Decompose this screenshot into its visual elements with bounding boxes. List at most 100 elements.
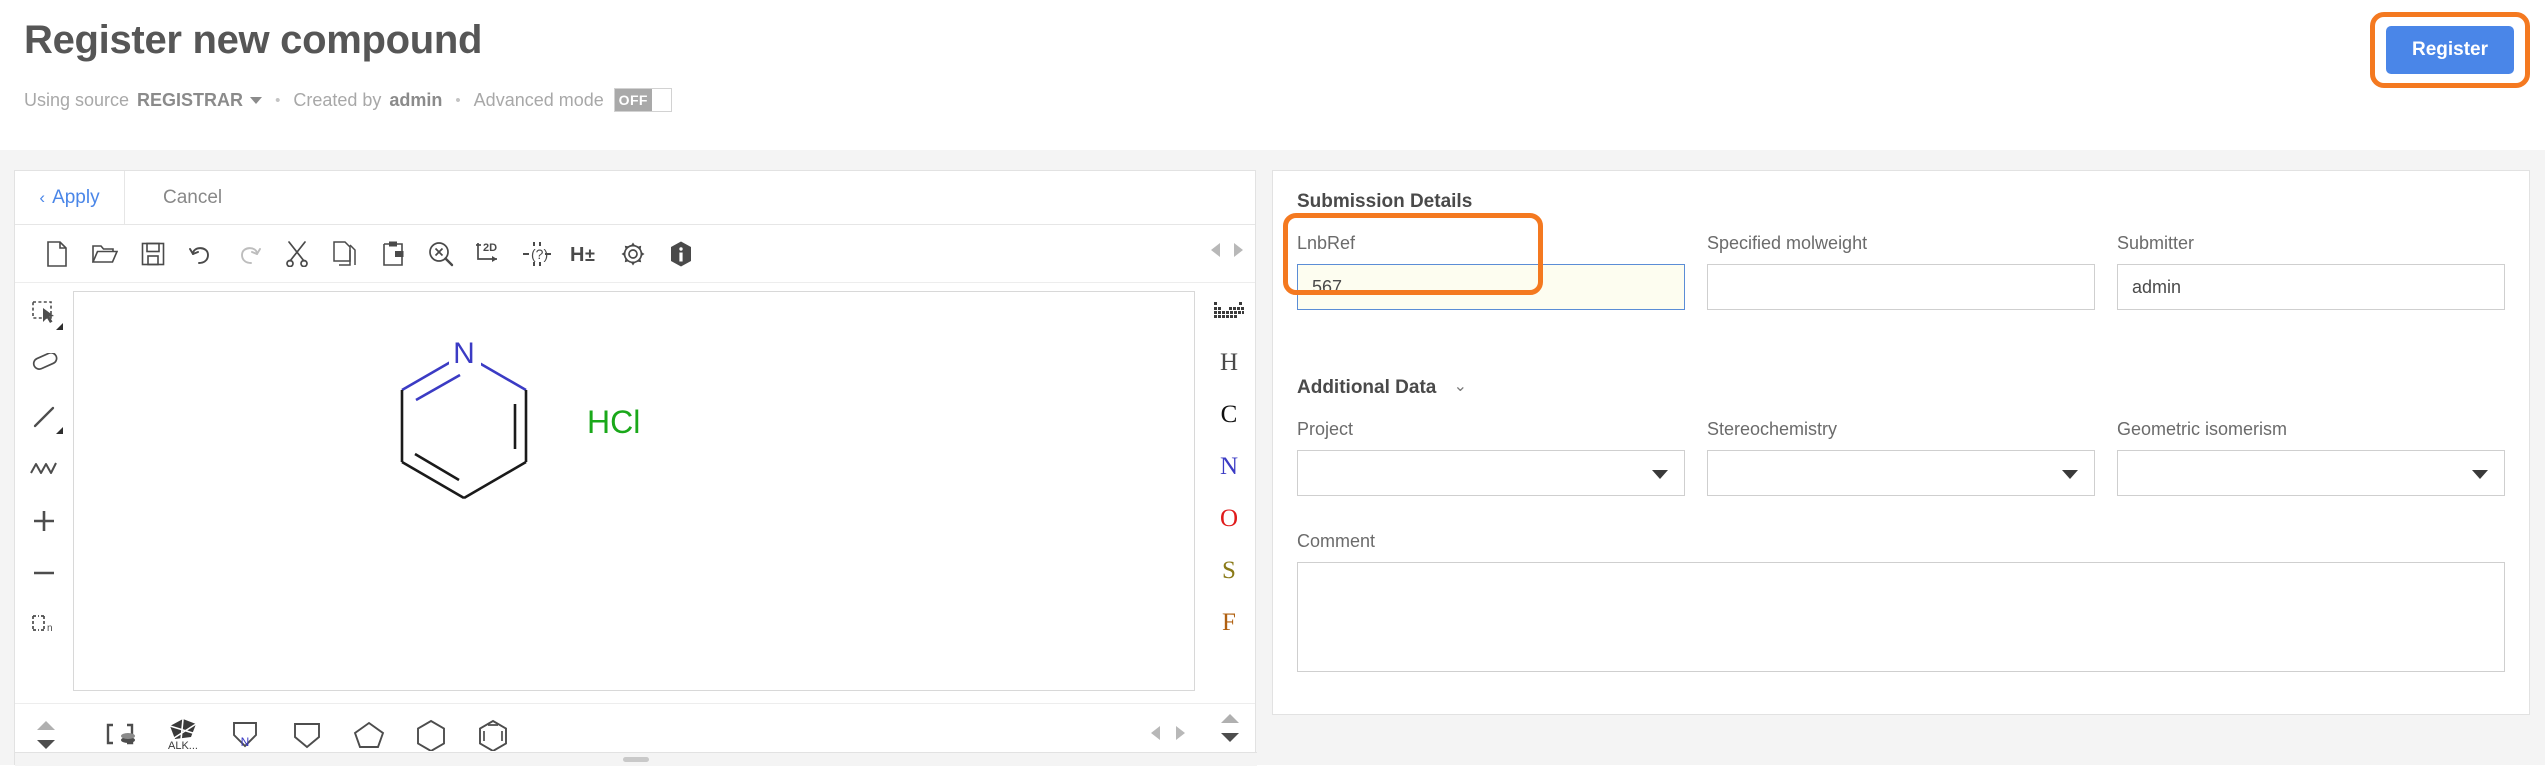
toolbar-pager	[1211, 243, 1243, 257]
atom-o-icon[interactable]: O	[1209, 501, 1249, 537]
canvas-zoom-stepper[interactable]	[1221, 714, 1239, 742]
zoom-clear-icon[interactable]	[417, 232, 465, 276]
svg-text:±: ±	[585, 245, 595, 265]
atom-c-icon[interactable]: C	[1209, 397, 1249, 433]
chevron-right-icon-2[interactable]	[1176, 726, 1185, 740]
comment-label: Comment	[1297, 531, 2505, 552]
submission-details-heading: Submission Details	[1297, 191, 1472, 213]
additional-fields-row: Project Stereochemistry Geometric isomer…	[1297, 419, 2505, 496]
separator-dot-2: •	[455, 92, 460, 109]
salt-label-hcl: HCl	[587, 404, 640, 441]
scrollbar-thumb[interactable]	[623, 757, 649, 762]
undo-icon[interactable]	[177, 232, 225, 276]
stereochemistry-label: Stereochemistry	[1707, 419, 2095, 440]
atom-s-icon[interactable]: S	[1209, 553, 1249, 589]
expand-corner-icon-2[interactable]	[56, 427, 63, 434]
submission-details-panel: Submission Details LnbRef Specified molw…	[1272, 170, 2530, 715]
ketcher-left-toolbar: n	[15, 283, 73, 703]
eraser-icon[interactable]	[24, 345, 64, 385]
chevron-down-icon[interactable]	[250, 97, 262, 104]
single-bond-icon[interactable]	[24, 397, 64, 437]
new-file-icon[interactable]	[33, 232, 81, 276]
stereochemistry-select[interactable]	[1707, 450, 2095, 496]
created-by-value: admin	[389, 90, 442, 111]
comment-textarea[interactable]	[1297, 562, 2505, 672]
svg-text:N: N	[241, 735, 250, 749]
select-rectangle-icon[interactable]	[24, 293, 64, 333]
chevron-down-icon-6	[2472, 470, 2488, 479]
additional-data-label: Additional Data	[1297, 377, 1436, 398]
molweight-input[interactable]	[1707, 264, 2095, 310]
page-title: Register new compound	[24, 18, 482, 63]
template-scroll-stepper[interactable]	[29, 721, 63, 749]
created-by-label: Created by	[293, 90, 381, 111]
field-molweight: Specified molweight	[1707, 233, 2095, 310]
ketcher-top-toolbar: 2D (?) H±	[15, 225, 1255, 283]
query-atom-icon[interactable]: (?)	[513, 232, 561, 276]
advanced-mode-toggle[interactable]: OFF	[614, 88, 672, 112]
svg-text:2D: 2D	[483, 242, 497, 254]
redo-icon[interactable]	[225, 232, 273, 276]
save-icon[interactable]	[129, 232, 177, 276]
charge-minus-icon[interactable]	[24, 553, 64, 593]
register-button-highlight: Register	[2370, 12, 2530, 88]
submitter-label: Submitter	[2117, 233, 2505, 254]
layout-2d-icon[interactable]: 2D	[465, 232, 513, 276]
chain-icon[interactable]	[24, 449, 64, 489]
chevron-down-icon-3[interactable]	[1221, 733, 1239, 742]
field-lnbref: LnbRef	[1297, 233, 1685, 310]
pyridine-structure: N	[74, 292, 1194, 690]
atom-h-icon[interactable]: H	[1209, 345, 1249, 381]
project-select[interactable]	[1297, 450, 1685, 496]
main-content-area: ‹ Apply Cancel	[0, 150, 2545, 765]
ketcher-right-toolbar: H C N O S F	[1203, 283, 1255, 703]
charge-plus-icon[interactable]	[24, 501, 64, 541]
hydrogen-toggle-icon[interactable]: H±	[561, 232, 609, 276]
chevron-left-icon[interactable]	[1211, 243, 1220, 257]
chevron-up-icon[interactable]	[37, 721, 55, 730]
chevron-up-icon-2[interactable]	[1221, 714, 1239, 723]
chevron-down-icon-4	[1652, 470, 1668, 479]
chevron-down-icon-5	[2062, 470, 2078, 479]
copy-icon[interactable]	[321, 232, 369, 276]
expand-corner-icon[interactable]	[56, 323, 63, 330]
atom-n-icon[interactable]: N	[1209, 449, 1249, 485]
apply-button[interactable]: ‹ Apply	[15, 171, 125, 224]
additional-data-heading[interactable]: Additional Data ⌄	[1297, 376, 1467, 399]
page-subtitle-bar: Using source REGISTRAR • Created by admi…	[24, 88, 672, 112]
geometric-select[interactable]	[2117, 450, 2505, 496]
field-project: Project	[1297, 419, 1685, 496]
reaction-mapping-icon[interactable]: n	[24, 605, 64, 645]
template-pager	[1151, 726, 1185, 740]
chevron-left-icon-2[interactable]	[1151, 726, 1160, 740]
molweight-label: Specified molweight	[1707, 233, 2095, 254]
molecule-canvas[interactable]: N HCl	[73, 291, 1195, 691]
using-source-label: Using source	[24, 90, 129, 111]
editor-horizontal-scrollbar[interactable]	[15, 752, 1257, 766]
periodic-table-icon[interactable]	[1209, 293, 1249, 329]
advanced-mode-state: OFF	[615, 89, 652, 111]
lnbref-input[interactable]	[1297, 264, 1685, 310]
settings-gear-icon[interactable]	[609, 232, 657, 276]
page-header: Register new compound Using source REGIS…	[0, 0, 2545, 150]
alkyl-label: ALK...	[168, 740, 198, 752]
lnbref-label: LnbRef	[1297, 233, 1685, 254]
field-submitter: Submitter	[2117, 233, 2505, 310]
field-stereochemistry: Stereochemistry	[1707, 419, 2095, 496]
chevron-down-icon-3[interactable]: ⌄	[1454, 376, 1467, 396]
atom-f-icon[interactable]: F	[1209, 605, 1249, 641]
register-button[interactable]: Register	[2386, 26, 2514, 74]
cancel-button[interactable]: Cancel	[125, 171, 222, 224]
info-icon[interactable]	[657, 232, 705, 276]
paste-icon[interactable]	[369, 232, 417, 276]
structure-editor-panel: ‹ Apply Cancel	[14, 170, 1256, 765]
source-select[interactable]: REGISTRAR	[137, 90, 243, 111]
submission-fields-row: LnbRef Specified molweight Submitter	[1297, 233, 2505, 310]
open-folder-icon[interactable]	[81, 232, 129, 276]
cut-scissors-icon[interactable]	[273, 232, 321, 276]
chevron-right-icon[interactable]	[1234, 243, 1243, 257]
chevron-down-icon-2[interactable]	[37, 740, 55, 749]
svg-text:H: H	[570, 244, 584, 266]
submitter-input[interactable]	[2117, 264, 2505, 310]
chevron-left-icon: ‹	[39, 188, 45, 208]
